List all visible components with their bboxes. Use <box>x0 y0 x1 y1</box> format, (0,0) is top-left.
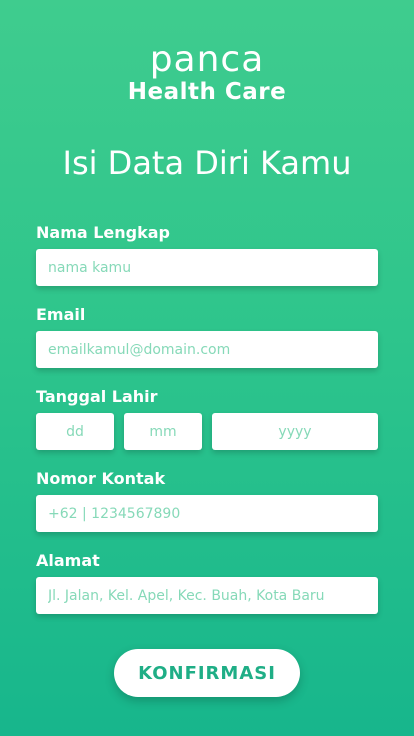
full-name-label: Nama Lengkap <box>36 223 171 242</box>
birth-year-input[interactable] <box>212 413 378 450</box>
full-name-group: Nama Lengkap <box>36 222 378 286</box>
address-label: Alamat <box>36 551 100 570</box>
email-label: Email <box>36 305 86 324</box>
contact-number-group: Nomor Kontak <box>36 468 378 532</box>
birth-day-input[interactable] <box>36 413 114 450</box>
contact-number-input[interactable] <box>36 495 378 532</box>
email-group: Email <box>36 304 378 368</box>
contact-number-label: Nomor Kontak <box>36 469 166 488</box>
email-input[interactable] <box>36 331 378 368</box>
address-group: Alamat <box>36 550 378 614</box>
birth-date-label: Tanggal Lahir <box>36 387 158 406</box>
full-name-input[interactable] <box>36 249 378 286</box>
address-input[interactable] <box>36 577 378 614</box>
app-header: panca Health Care <box>0 38 414 106</box>
birth-date-row <box>36 413 378 450</box>
personal-data-form: Nama Lengkap Email Tanggal Lahir Nomor K… <box>36 222 378 632</box>
confirm-button[interactable]: KONFIRMASI <box>114 649 300 697</box>
page-title: Isi Data Diri Kamu <box>62 144 352 182</box>
birth-month-input[interactable] <box>124 413 202 450</box>
birth-date-group: Tanggal Lahir <box>36 386 378 450</box>
brand-subtitle: Health Care <box>127 79 287 105</box>
brand-logo: panca <box>149 39 265 80</box>
